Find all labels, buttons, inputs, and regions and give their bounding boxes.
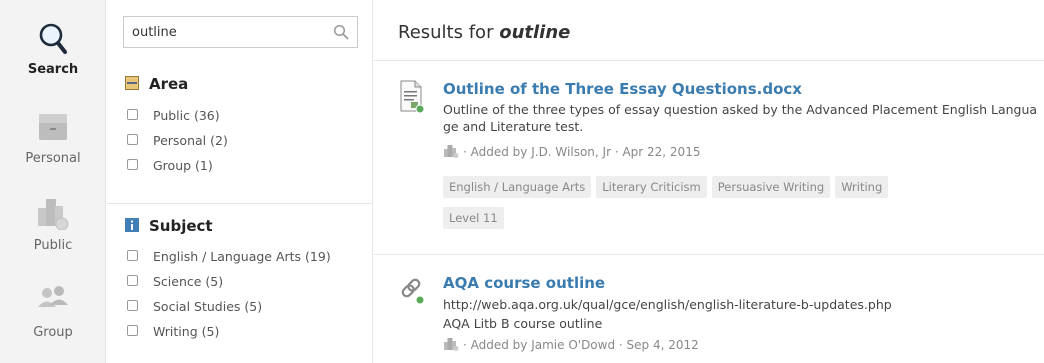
rail-item-search[interactable]: Search [0, 22, 106, 77]
checkbox[interactable] [127, 159, 138, 170]
facet-option-label: Writing (5) [153, 324, 220, 339]
building-icon [444, 338, 459, 351]
checkbox[interactable] [127, 134, 138, 145]
folder-icon [39, 114, 67, 140]
result-title-link[interactable]: Outline of the Three Essay Questions.doc… [443, 80, 802, 98]
checkbox[interactable] [127, 300, 138, 311]
facet-heading-subject: Subject [107, 214, 373, 238]
facet-group-area: Area Public (36) Personal (2) Group (1) [107, 72, 373, 178]
facet-option-label: Personal (2) [153, 133, 228, 148]
search-submit-icon[interactable] [333, 24, 349, 40]
facet-option[interactable]: Personal (2) [107, 128, 373, 153]
facet-option-label: Social Studies (5) [153, 299, 263, 314]
facet-option-label: Science (5) [153, 274, 224, 289]
facet-option[interactable]: English / Language Arts (19) [107, 244, 373, 269]
title-divider [374, 60, 1044, 61]
tag[interactable]: Literary Criticism [596, 176, 707, 198]
archive-icon [125, 76, 139, 90]
facet-option[interactable]: Public (36) [107, 103, 373, 128]
result-meta-text: · Added by Jamie O'Dowd · Sep 4, 2012 [463, 338, 699, 352]
facet-option-label: Group (1) [153, 158, 213, 173]
checkbox[interactable] [127, 109, 138, 120]
checkbox[interactable] [127, 250, 138, 261]
result-description: Outline of the three types of essay ques… [443, 102, 1038, 134]
search-input[interactable] [132, 17, 322, 47]
facet-heading-area: Area [107, 72, 373, 96]
rail-item-public[interactable]: Public [0, 196, 106, 253]
result-divider [374, 254, 1044, 255]
facet-option-label: English / Language Arts (19) [153, 249, 331, 264]
checkbox[interactable] [127, 275, 138, 286]
rail-item-group[interactable]: Group [0, 283, 106, 340]
page-title-prefix: Results for [398, 22, 500, 43]
facet-option-label: Public (36) [153, 108, 220, 123]
result-meta: · Added by Jamie O'Dowd · Sep 4, 2012 [443, 337, 699, 352]
nav-rail: Search Personal Public Group [0, 0, 106, 363]
search-box [123, 16, 358, 48]
rail-label-public: Public [33, 238, 73, 253]
result-title-link[interactable]: AQA course outline [443, 274, 605, 292]
result-meta: · Added by J.D. Wilson, Jr · Apr 22, 201… [443, 144, 700, 159]
page-title: Results for outline [398, 22, 570, 43]
building-icon [444, 145, 459, 158]
facet-heading-subject-label: Subject [149, 217, 213, 235]
facets-panel: Area Public (36) Personal (2) Group (1) … [107, 0, 373, 363]
people-icon [38, 286, 68, 307]
result-meta-text: · Added by J.D. Wilson, Jr · Apr 22, 201… [463, 145, 701, 159]
results-panel: Results for outline Outline of the Three… [374, 0, 1044, 363]
link-icon [401, 278, 425, 305]
info-icon [125, 218, 139, 232]
facet-group-subject: Subject English / Language Arts (19) Sci… [107, 214, 373, 344]
tag[interactable]: Persuasive Writing [711, 176, 831, 198]
app: Search Personal Public Group outline Are… [0, 0, 1044, 363]
checkbox[interactable] [127, 325, 138, 336]
search-icon [39, 23, 67, 54]
facet-option[interactable]: Writing (5) [107, 319, 373, 344]
rail-label-group: Group [33, 325, 73, 340]
page-title-query: outline [499, 22, 571, 43]
rail-label-search: Search [27, 62, 79, 77]
facet-option[interactable]: Social Studies (5) [107, 294, 373, 319]
tag[interactable]: Writing [835, 176, 889, 198]
facet-divider [107, 203, 373, 204]
facet-option[interactable]: Science (5) [107, 269, 373, 294]
facet-option[interactable]: Group (1) [107, 153, 373, 178]
result-description: AQA Litb B course outline [443, 316, 603, 331]
tag[interactable]: English / Language Arts [443, 176, 592, 198]
building-icon [38, 199, 69, 230]
tag-list: English / Language Arts Literary Criticis… [443, 176, 983, 238]
result-url[interactable]: http://web.aqa.org.uk/qual/gce/english/e… [443, 296, 1043, 313]
facet-heading-area-label: Area [149, 75, 189, 93]
rail-item-personal[interactable]: Personal [0, 112, 106, 166]
tag[interactable]: Level 11 [443, 207, 504, 229]
document-icon [400, 80, 425, 114]
rail-label-personal: Personal [25, 151, 81, 166]
